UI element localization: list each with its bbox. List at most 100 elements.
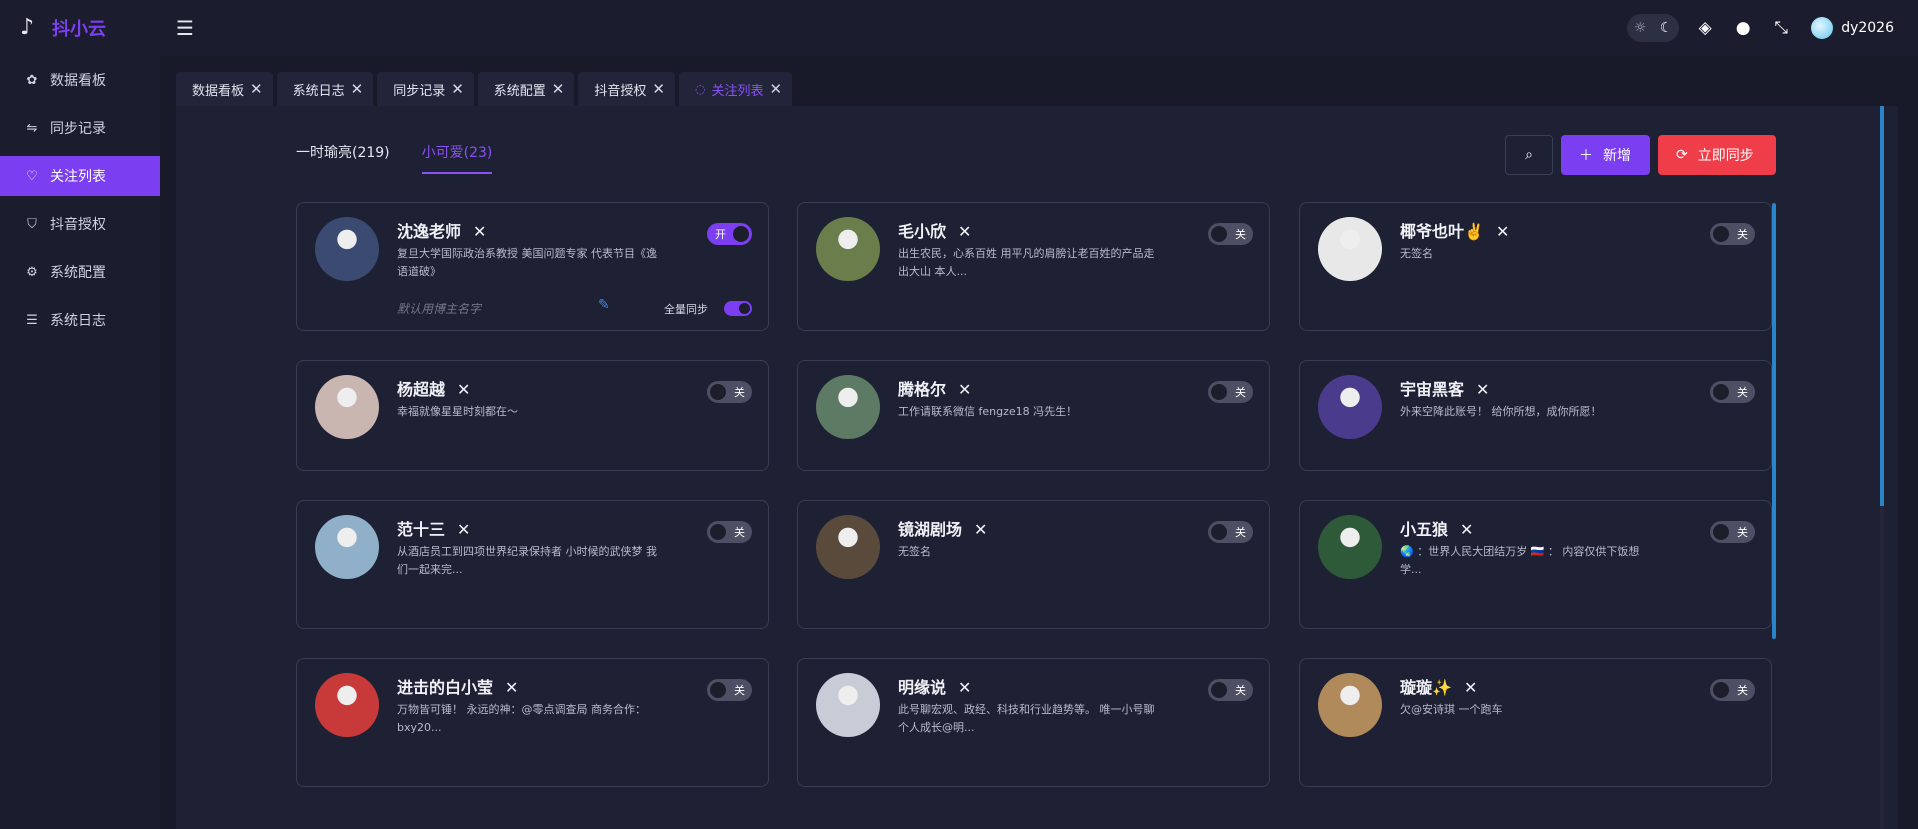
card-name[interactable]: 宇宙黑客	[1400, 380, 1464, 399]
follow-toggle[interactable]: 关	[1208, 381, 1253, 403]
card-name[interactable]: 杨超越	[397, 380, 445, 399]
close-icon[interactable]: ✕	[1464, 678, 1477, 697]
follow-card[interactable]: 璇璇✨ ✕ 欠@安诗琪 一个跑车 关	[1299, 658, 1772, 787]
avatar[interactable]	[1318, 515, 1382, 579]
github-icon[interactable]: ●	[1731, 16, 1755, 40]
close-icon[interactable]: ✕	[457, 380, 470, 399]
card-name[interactable]: 毛小欣	[898, 222, 946, 241]
avatar[interactable]	[315, 217, 379, 281]
follow-toggle[interactable]: 关	[707, 521, 752, 543]
sidebar-item-2[interactable]: ♡ 关注列表	[0, 156, 160, 196]
follow-card[interactable]: 沈逸老师 ✕ 复旦大学国际政治系教授 美国问题专家 代表节目《逸语道破》 开默认用博主…	[296, 202, 769, 331]
close-icon[interactable]: ✕	[974, 520, 987, 539]
follow-toggle[interactable]: 关	[1208, 223, 1253, 245]
follow-card[interactable]: 小五狼 ✕ 🌏 ：世界人民大团结万岁 🇷🇺 ： 内容仅供下饭想学... 关	[1299, 500, 1772, 629]
card-name[interactable]: 沈逸老师	[397, 222, 461, 241]
avatar[interactable]	[816, 515, 880, 579]
group-tab-1[interactable]: 小可爱(23)	[421, 142, 493, 174]
sidebar-nav: ✿ 数据看板 ⇋ 同步记录 ♡ 关注列表 ⛉ 抖音授权 ⚙ 系统配置 ☰ 系统日志	[0, 60, 160, 340]
avatar[interactable]	[1318, 673, 1382, 737]
tab-1[interactable]: 系统日志 ✕	[276, 72, 374, 106]
card-name[interactable]: 椰爷也叶✌️	[1400, 222, 1484, 241]
sync-now-button[interactable]: ⟳ 立即同步	[1658, 135, 1776, 175]
menu-toggle-icon[interactable]: ☰	[176, 16, 200, 40]
toggle-knob	[1211, 384, 1227, 400]
sidebar-item-1[interactable]: ⇋ 同步记录	[0, 108, 160, 148]
card-name[interactable]: 进击的白小莹	[397, 678, 493, 697]
follow-card[interactable]: 毛小欣 ✕ 出生农民，心系百姓 用平凡的肩膀让老百姓的产品走出大山 本人... 关	[797, 202, 1270, 331]
tab-2[interactable]: 同步记录 ✕	[377, 72, 474, 106]
sidebar-item-5[interactable]: ☰ 系统日志	[0, 300, 160, 340]
page-scrollbar-thumb[interactable]	[1880, 106, 1884, 506]
grid-scrollbar-thumb[interactable]	[1772, 203, 1776, 639]
close-icon[interactable]: ✕	[473, 222, 486, 241]
card-name[interactable]: 明缘说	[898, 678, 946, 697]
alias-field[interactable]: 默认用博主名字	[397, 300, 481, 317]
card-name[interactable]: 范十三	[397, 520, 445, 539]
follow-card[interactable]: 范十三 ✕ 从酒店员工到四项世界纪录保持者 小时候的武侠梦 我们一起来完... 关	[296, 500, 769, 629]
follow-toggle[interactable]: 关	[1710, 679, 1755, 701]
follow-toggle[interactable]: 关	[1208, 679, 1253, 701]
close-icon[interactable]: ✕	[958, 380, 971, 399]
follow-card[interactable]: 腾格尔 ✕ 工作请联系微信 fengze18 冯先生！ 关	[797, 360, 1270, 471]
tab-5[interactable]: ◌ 关注列表 ✕	[678, 72, 793, 106]
card-name[interactable]: 镜湖剧场	[898, 520, 962, 539]
sidebar-item-label: 同步记录	[50, 121, 106, 137]
avatar[interactable]	[315, 673, 379, 737]
close-icon[interactable]: ✕	[1476, 380, 1489, 399]
follow-card[interactable]: 宇宙黑客 ✕ 外来空降此账号！ 给你所想，成你所愿！ 关	[1299, 360, 1772, 471]
tab-3[interactable]: 系统配置 ✕	[477, 72, 575, 106]
tab-0[interactable]: 数据看板 ✕	[176, 72, 273, 106]
follow-card[interactable]: 椰爷也叶✌️ ✕ 无签名 关	[1299, 202, 1772, 331]
avatar[interactable]	[816, 673, 880, 737]
follow-toggle[interactable]: 关	[1710, 521, 1755, 543]
avatar[interactable]	[1318, 217, 1382, 281]
user-menu[interactable]: dy2026	[1811, 17, 1894, 39]
avatar[interactable]	[1318, 375, 1382, 439]
follow-toggle[interactable]: 关	[1710, 381, 1755, 403]
avatar[interactable]	[816, 217, 880, 281]
card-name[interactable]: 小五狼	[1400, 520, 1448, 539]
follow-card[interactable]: 镜湖剧场 ✕ 无签名 关	[797, 500, 1270, 629]
close-icon[interactable]: ✕	[457, 520, 470, 539]
follow-card[interactable]: 杨超越 ✕ 幸福就像星星时刻都在～ 关	[296, 360, 769, 471]
close-icon[interactable]: ✕	[1460, 520, 1473, 539]
full-sync-toggle[interactable]	[724, 301, 752, 316]
follow-toggle[interactable]: 关	[1710, 223, 1755, 245]
avatar[interactable]	[315, 375, 379, 439]
moon-icon[interactable]: ☾	[1660, 20, 1673, 36]
theme-switch[interactable]: ☼ ☾	[1627, 14, 1680, 42]
follow-card[interactable]: 明缘说 ✕ 此号聊宏观、政经、科技和行业趋势等。 唯一小号聊个人成长@明... 关	[797, 658, 1270, 787]
avatar[interactable]	[315, 515, 379, 579]
add-button[interactable]: ＋ 新增	[1561, 135, 1650, 175]
close-icon[interactable]: ✕	[351, 80, 364, 98]
follow-toggle[interactable]: 开	[707, 223, 752, 245]
close-icon[interactable]: ✕	[958, 678, 971, 697]
tab-4[interactable]: 抖音授权 ✕	[578, 72, 675, 106]
follow-toggle[interactable]: 关	[707, 679, 752, 701]
close-icon[interactable]: ✕	[552, 80, 565, 98]
sidebar-item-0[interactable]: ✿ 数据看板	[0, 60, 160, 100]
follow-toggle[interactable]: 关	[1208, 521, 1253, 543]
close-icon[interactable]: ✕	[505, 678, 518, 697]
avatar[interactable]	[816, 375, 880, 439]
close-icon[interactable]: ✕	[250, 80, 263, 98]
follow-toggle[interactable]: 关	[707, 381, 752, 403]
fullscreen-icon[interactable]: ⤡	[1769, 16, 1793, 40]
close-icon[interactable]: ✕	[958, 222, 971, 241]
close-icon[interactable]: ✕	[1496, 222, 1509, 241]
sidebar-item-4[interactable]: ⚙ 系统配置	[0, 252, 160, 292]
app-logo[interactable]: ♪ 抖小云	[0, 0, 160, 56]
close-icon[interactable]: ✕	[769, 80, 782, 98]
sidebar-item-3[interactable]: ⛉ 抖音授权	[0, 204, 160, 244]
edit-icon[interactable]: ✎	[598, 297, 610, 313]
follow-card[interactable]: 进击的白小莹 ✕ 万物皆可锤！ 永远的神：@零点调查局 商务合作：bxy20... 关	[296, 658, 769, 787]
tag-icon[interactable]: ◈	[1693, 16, 1717, 40]
sun-icon[interactable]: ☼	[1634, 20, 1647, 36]
close-icon[interactable]: ✕	[451, 80, 464, 98]
group-tab-0[interactable]: 一时瑜亮(219)	[296, 142, 390, 174]
card-name[interactable]: 腾格尔	[898, 380, 946, 399]
card-name[interactable]: 璇璇✨	[1400, 678, 1452, 697]
search-button[interactable]: ⌕	[1505, 135, 1553, 175]
close-icon[interactable]: ✕	[652, 80, 665, 98]
